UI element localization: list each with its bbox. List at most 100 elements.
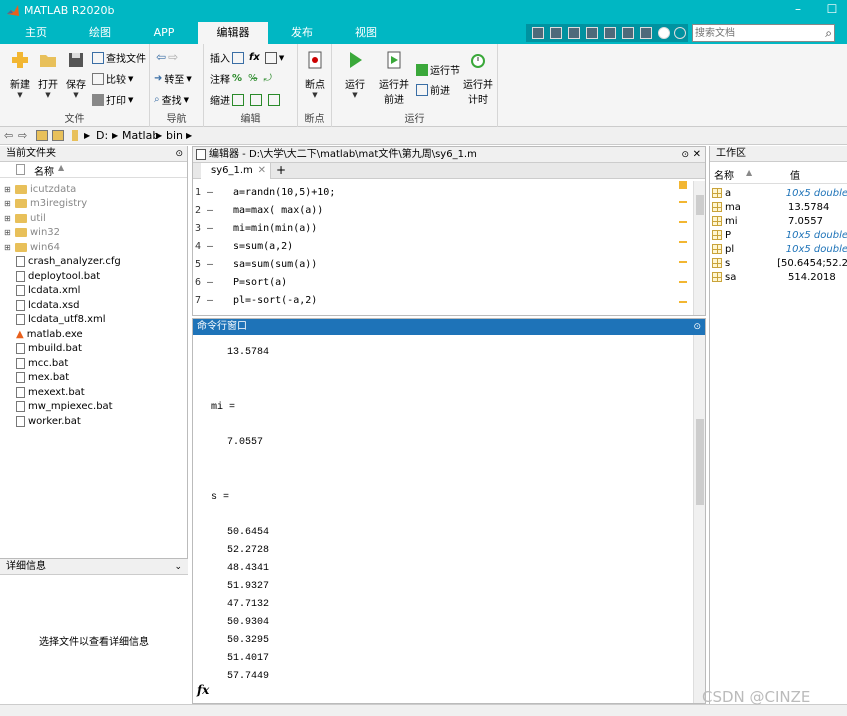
pane-menu-icon[interactable]: ⊙ bbox=[693, 319, 701, 335]
variable-row[interactable]: mi 7.0557 bbox=[712, 214, 847, 228]
workspace-column-header[interactable]: 名称 ▲ 值 bbox=[710, 162, 847, 184]
line-number[interactable]: 1 — bbox=[193, 187, 229, 198]
variable-row[interactable]: sa 514.2018 bbox=[712, 270, 847, 284]
copy-icon[interactable] bbox=[568, 27, 580, 39]
forward-arrow-icon[interactable]: ⇨ bbox=[18, 129, 27, 142]
wrap-comment-icon[interactable]: ⤾ bbox=[264, 73, 272, 84]
smart-indent-icon[interactable] bbox=[232, 93, 244, 106]
file-row[interactable]: lcdata.xml bbox=[16, 284, 80, 298]
back-forward-buttons[interactable]: ⇦ ⇨ bbox=[156, 50, 178, 64]
file-row[interactable]: lcdata.xsd bbox=[16, 298, 79, 312]
percent-icon[interactable]: % bbox=[232, 73, 242, 84]
decrease-indent-icon[interactable] bbox=[268, 93, 280, 106]
file-row[interactable]: mexext.bat bbox=[16, 385, 85, 399]
line-number[interactable]: 4 — bbox=[193, 241, 229, 252]
file-row[interactable]: ▲ matlab.exe bbox=[16, 327, 83, 341]
line-number[interactable]: 5 — bbox=[193, 259, 229, 270]
chevron-right-icon[interactable]: ▶ bbox=[84, 131, 90, 140]
undo-icon[interactable] bbox=[604, 27, 616, 39]
insert-menu-icon[interactable] bbox=[264, 51, 277, 64]
pane-menu-icon[interactable]: ⊙ bbox=[681, 147, 689, 163]
back-arrow-icon[interactable]: ⇦ bbox=[4, 129, 13, 142]
folder-row[interactable]: ⊞ m3iregistry bbox=[4, 197, 87, 211]
tab-home[interactable]: 主页 bbox=[14, 22, 58, 44]
code-line[interactable]: 5 — sa=sum(sum(a)) bbox=[193, 255, 683, 273]
advance-button[interactable]: 前进 bbox=[416, 82, 450, 97]
file-row[interactable]: mw_mpiexec.bat bbox=[16, 400, 113, 414]
code-line[interactable]: 6 — P=sort(a) bbox=[193, 273, 683, 291]
tab-sy6-1[interactable]: sy6_1.m ✕ bbox=[201, 163, 271, 179]
run-section-button[interactable]: 运行节 bbox=[416, 62, 460, 77]
find-button[interactable]: ⌕ 查找 ▼ bbox=[154, 92, 189, 107]
find-files-button[interactable]: 查找文件 bbox=[92, 50, 146, 65]
scroll-thumb[interactable] bbox=[696, 195, 704, 215]
code-line[interactable]: 2 — ma=max( max(a)) bbox=[193, 201, 683, 219]
file-row[interactable]: lcdata_utf8.xml bbox=[16, 313, 106, 327]
file-row[interactable]: mbuild.bat bbox=[16, 342, 82, 356]
run-and-advance-button[interactable]: 运行并 前进 bbox=[376, 50, 412, 106]
line-number[interactable]: 3 — bbox=[193, 223, 229, 234]
folder-row[interactable]: ⊞ icutzdata bbox=[4, 182, 76, 196]
pane-menu-icon[interactable]: ⊙ bbox=[175, 146, 183, 162]
variable-row[interactable]: ma 13.5784 bbox=[712, 200, 847, 214]
chevron-down-icon[interactable] bbox=[674, 27, 686, 39]
column-header-name[interactable]: 名称 ▲ bbox=[0, 162, 187, 178]
print-button[interactable]: 打印 ▼ bbox=[92, 92, 133, 107]
search-icon[interactable]: ⌕ bbox=[825, 26, 832, 41]
indent-button[interactable]: 缩进 bbox=[210, 92, 280, 107]
close-icon[interactable]: ✕ bbox=[693, 147, 701, 163]
increase-indent-icon[interactable] bbox=[250, 93, 262, 106]
folder-row[interactable]: ⊞ util bbox=[4, 211, 46, 225]
browse-folder-icon[interactable] bbox=[52, 130, 64, 141]
line-number[interactable]: 2 — bbox=[193, 205, 229, 216]
chevron-right-icon[interactable]: ▶ bbox=[186, 131, 192, 140]
insert-button[interactable]: 插入 fx ▼ bbox=[210, 50, 284, 65]
redo-icon[interactable] bbox=[622, 27, 634, 39]
maximize-button[interactable]: ☐ bbox=[822, 2, 842, 20]
file-row[interactable]: worker.bat bbox=[16, 414, 81, 428]
breadcrumb-bin[interactable]: bin bbox=[166, 129, 183, 142]
tab-view[interactable]: 视图 bbox=[344, 22, 388, 44]
variable-row[interactable]: s [50.6454;52.2 bbox=[712, 256, 847, 270]
file-row[interactable]: crash_analyzer.cfg bbox=[16, 255, 121, 269]
command-scrollbar[interactable] bbox=[693, 335, 705, 703]
new-tab-button[interactable]: + bbox=[273, 163, 289, 179]
fx-icon[interactable]: fx bbox=[197, 683, 209, 697]
line-number[interactable]: 6 — bbox=[193, 277, 229, 288]
expand-icon[interactable]: ⊞ bbox=[4, 228, 12, 237]
cut-icon[interactable] bbox=[550, 27, 562, 39]
breadcrumb-drive[interactable]: D: bbox=[96, 129, 108, 142]
expand-icon[interactable]: ⊞ bbox=[4, 214, 12, 223]
line-number[interactable]: 7 — bbox=[193, 295, 229, 306]
code-area[interactable]: 1 — a=randn(10,5)+10; 2 — ma=max( max(a)) 3 … bbox=[193, 181, 705, 315]
open-button[interactable]: 打开 ▼ bbox=[34, 50, 62, 99]
folder-row[interactable]: ⊞ win64 bbox=[4, 240, 60, 254]
tab-apps[interactable]: APP bbox=[142, 22, 186, 44]
tab-plots[interactable]: 绘图 bbox=[78, 22, 122, 44]
variable-row[interactable]: P 10x5 double bbox=[712, 228, 847, 242]
search-input[interactable] bbox=[693, 25, 817, 41]
save-button[interactable]: 保存 ▼ bbox=[62, 50, 90, 99]
tab-editor[interactable]: 编辑器 bbox=[198, 22, 268, 44]
code-line[interactable]: 1 — a=randn(10,5)+10; bbox=[193, 183, 683, 201]
breakpoints-button[interactable]: 断点 ▼ bbox=[301, 50, 329, 99]
folder-row[interactable]: ⊞ win32 bbox=[4, 226, 60, 240]
scroll-thumb[interactable] bbox=[696, 419, 704, 505]
variable-row[interactable]: pl 10x5 double bbox=[712, 242, 847, 256]
expand-icon[interactable]: ⊞ bbox=[4, 243, 12, 252]
breadcrumb-matlab[interactable]: Matlab bbox=[122, 129, 159, 142]
paste-icon[interactable] bbox=[586, 27, 598, 39]
file-row[interactable]: deploytool.bat bbox=[16, 269, 100, 283]
code-line[interactable]: 7 — pl=-sort(-a,2) bbox=[193, 291, 683, 309]
comment-button[interactable]: 注释% %̶ ⤾ bbox=[210, 71, 272, 86]
save-icon[interactable] bbox=[532, 27, 544, 39]
new-button[interactable]: 新建 ▼ bbox=[6, 50, 34, 99]
expand-icon[interactable]: ⊞ bbox=[4, 185, 12, 194]
variable-row[interactable]: a 10x5 double bbox=[712, 186, 847, 200]
fx-icon[interactable]: fx bbox=[249, 52, 260, 63]
help-icon[interactable] bbox=[658, 27, 670, 39]
goto-button[interactable]: ➜ 转至 ▼ bbox=[154, 71, 192, 86]
warning-indicator[interactable] bbox=[679, 181, 687, 189]
file-row[interactable]: mex.bat bbox=[16, 371, 69, 385]
code-line[interactable]: 3 — mi=min(min(a)) bbox=[193, 219, 683, 237]
